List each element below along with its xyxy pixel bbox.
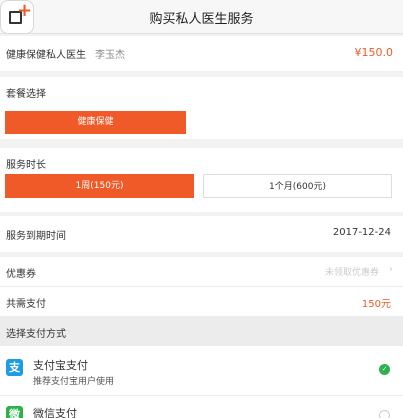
doctor-name: 李玉杰 bbox=[95, 50, 125, 61]
chevron-right-icon: › bbox=[389, 264, 393, 275]
package-option-button[interactable]: 健康保健 bbox=[5, 111, 186, 134]
coupon-row[interactable]: 优惠券 未领取优惠券 › bbox=[0, 257, 403, 286]
duration-label: 服务时长 bbox=[6, 160, 46, 171]
package-section: 套餐选择 健康保健 bbox=[0, 77, 403, 139]
total-amount: 150元 bbox=[361, 299, 391, 310]
alipay-name: 支付宝支付 bbox=[33, 359, 88, 372]
payment-method-header: 选择支付方式 bbox=[0, 316, 403, 346]
duration-option-month[interactable]: 1个月(600元) bbox=[203, 174, 392, 198]
header-bar: + 购买私人医生服务 bbox=[0, 0, 403, 34]
coupon-label: 优惠券 bbox=[6, 269, 36, 280]
expiry-date: 2017-12-24 bbox=[332, 227, 391, 238]
coupon-placeholder: 未领取优惠券 bbox=[324, 268, 379, 278]
alipay-icon: 支 bbox=[6, 359, 23, 376]
expiry-label: 服务到期时间 bbox=[6, 231, 66, 242]
radio-unchecked-icon bbox=[379, 410, 390, 418]
payment-option-wechat[interactable]: 微 微信支付 bbox=[0, 396, 403, 418]
duration-option-week[interactable]: 1周(150元) bbox=[5, 174, 194, 198]
payment-method-label: 选择支付方式 bbox=[6, 329, 66, 340]
wechat-name: 微信支付 bbox=[33, 407, 77, 418]
coupon-total-section: 优惠券 未领取优惠券 › 共需支付 150元 bbox=[0, 257, 403, 316]
expiry-row: 服务到期时间 2017-12-24 bbox=[0, 216, 403, 252]
service-name: 健康保健私人医生 bbox=[6, 50, 86, 61]
package-label: 套餐选择 bbox=[6, 89, 46, 100]
wechat-icon: 微 bbox=[6, 406, 23, 418]
service-price: ¥150.0 bbox=[354, 46, 394, 59]
page-title: 购买私人医生服务 bbox=[149, 12, 254, 27]
total-label: 共需支付 bbox=[6, 299, 46, 310]
check-circle-icon: ✓ bbox=[379, 364, 390, 375]
alipay-desc: 推荐支付宝用户使用 bbox=[33, 377, 115, 387]
payment-option-alipay[interactable]: 支 支付宝支付 推荐支付宝用户使用 ✓ bbox=[0, 346, 403, 395]
duration-section: 服务时长 1周(150元) 1个月(600元) bbox=[0, 148, 403, 212]
service-info-row: 健康保健私人医生 李玉杰 ¥150.0 bbox=[0, 36, 403, 71]
